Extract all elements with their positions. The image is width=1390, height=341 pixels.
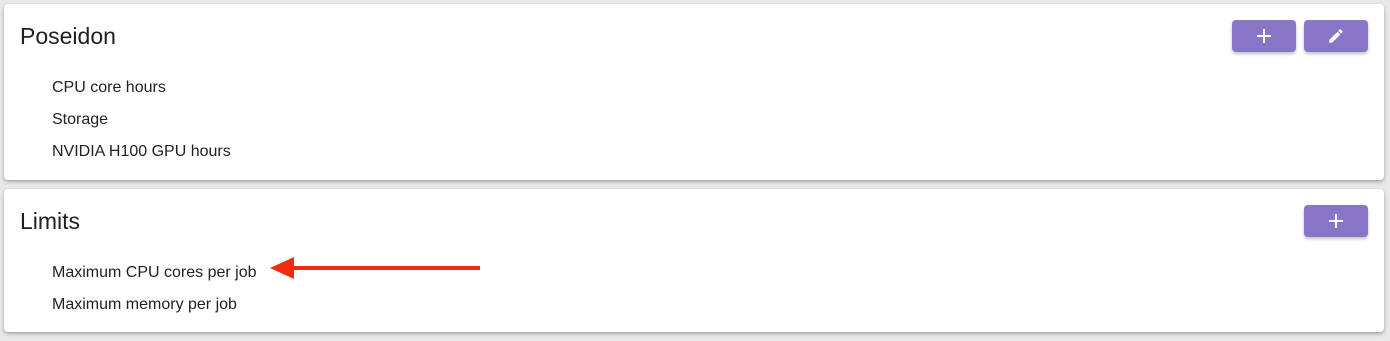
limits-add-button[interactable]	[1304, 205, 1368, 237]
plus-icon	[1328, 213, 1344, 229]
list-item[interactable]: Maximum memory per job	[52, 289, 257, 321]
limits-title: Limits	[20, 208, 81, 234]
list-item[interactable]: CPU core hours	[52, 72, 231, 104]
poseidon-edit-button[interactable]	[1304, 20, 1368, 52]
poseidon-card: Poseidon CPU core hours Storage NVIDIA H…	[4, 4, 1384, 180]
limits-card: Limits Maximum CPU cores per job Maximum…	[4, 189, 1384, 332]
list-item[interactable]: NVIDIA H100 GPU hours	[52, 136, 231, 168]
poseidon-item-list: CPU core hours Storage NVIDIA H100 GPU h…	[52, 72, 231, 168]
poseidon-add-button[interactable]	[1232, 20, 1296, 52]
plus-icon	[1256, 28, 1272, 44]
pencil-icon	[1327, 27, 1345, 45]
limits-item-list: Maximum CPU cores per job Maximum memory…	[52, 257, 257, 321]
list-item[interactable]: Maximum CPU cores per job	[52, 257, 257, 289]
red-arrow-annotation	[270, 257, 480, 279]
list-item[interactable]: Storage	[52, 104, 231, 136]
poseidon-title: Poseidon	[20, 23, 116, 49]
